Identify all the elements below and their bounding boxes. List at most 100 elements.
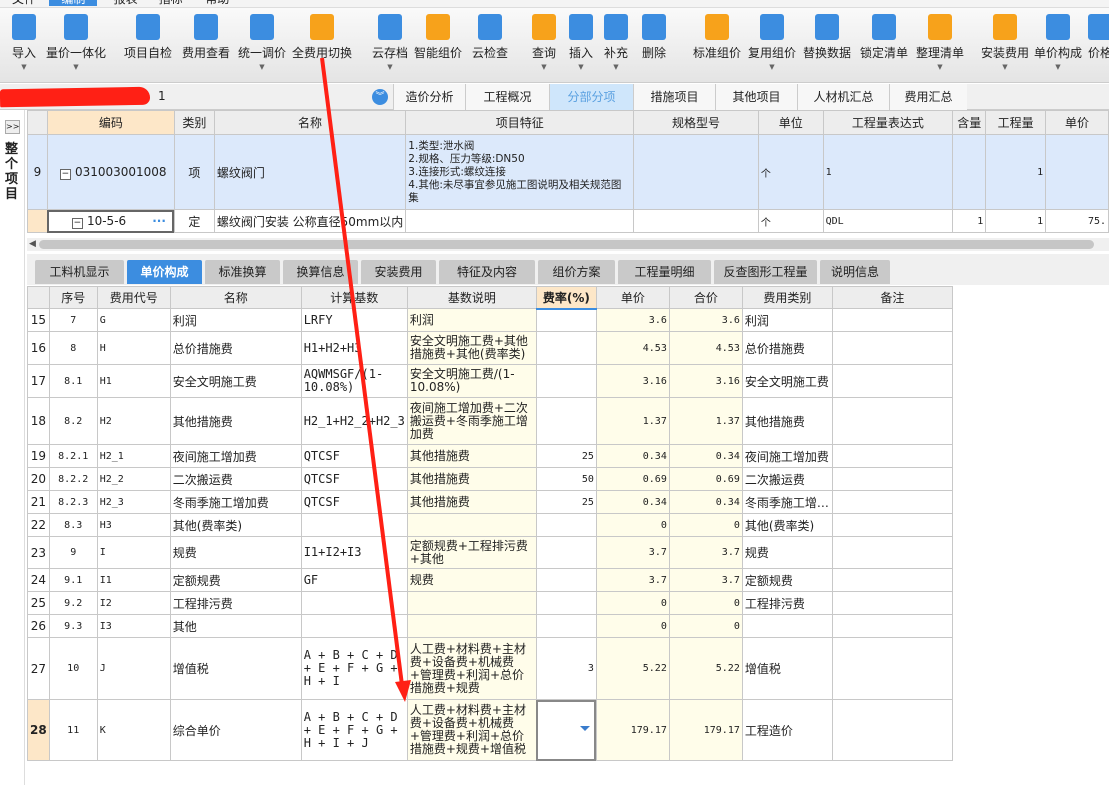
- fee-category-cell[interactable]: 工程排污费: [741, 591, 833, 615]
- fee-code-cell[interactable]: H2_1: [96, 444, 171, 468]
- calc-base-cell[interactable]: [300, 513, 408, 537]
- remark-cell[interactable]: [831, 308, 953, 332]
- seq-cell[interactable]: 9.1: [48, 568, 98, 592]
- fee-category-cell[interactable]: 利润: [741, 308, 833, 332]
- detail-tab-7[interactable]: 工程量明细: [618, 260, 711, 284]
- main-tab-4[interactable]: 其他项目: [715, 84, 797, 110]
- row-number-cell[interactable]: 15: [27, 308, 50, 332]
- remark-cell[interactable]: [831, 513, 953, 537]
- total-price-cell[interactable]: 3.16: [668, 364, 743, 398]
- expr-cell[interactable]: 1: [822, 134, 954, 210]
- base-description-cell[interactable]: 其他措施费: [406, 490, 537, 514]
- column-header[interactable]: 工程量表达式: [822, 110, 954, 135]
- fee-code-cell[interactable]: I3: [96, 614, 171, 638]
- unit-price-cell[interactable]: 1.37: [595, 397, 670, 445]
- total-price-cell[interactable]: 0: [668, 513, 743, 537]
- detail-tab-0[interactable]: 工料机显示: [35, 260, 124, 284]
- column-header[interactable]: 类别: [173, 110, 215, 135]
- column-header[interactable]: 规格型号: [633, 110, 759, 135]
- expand-chevron-icon[interactable]: ︾: [372, 89, 388, 105]
- fee-code-cell[interactable]: I: [96, 536, 171, 569]
- name-cell[interactable]: 冬雨季施工增加费: [169, 490, 302, 514]
- row-number-cell[interactable]: 27: [27, 637, 50, 700]
- seq-cell[interactable]: 8.2.3: [48, 490, 98, 514]
- menu-1[interactable]: 编制: [49, 0, 98, 6]
- seq-cell[interactable]: 8.1: [48, 364, 98, 398]
- calc-base-cell[interactable]: QTCSF: [300, 467, 408, 491]
- fee-code-cell[interactable]: H2_3: [96, 490, 171, 514]
- name-cell[interactable]: 二次搬运费: [169, 467, 302, 491]
- column-header[interactable]: [27, 286, 50, 309]
- detail-tab-8[interactable]: 反查图形工程量: [714, 260, 817, 284]
- features-cell[interactable]: [405, 209, 635, 233]
- remark-cell[interactable]: [831, 490, 953, 514]
- no-cell[interactable]: 9: [27, 134, 48, 210]
- name-cell[interactable]: 其他措施费: [169, 397, 302, 445]
- name-cell[interactable]: 利润: [169, 308, 302, 332]
- fee-code-cell[interactable]: I1: [96, 568, 171, 592]
- name-cell[interactable]: 夜间施工增加费: [169, 444, 302, 468]
- table-row[interactable]: 9−031003001008 项螺纹阀门 1.类型:泄水阀 2.规格、压力等级:DN5…: [27, 134, 1109, 210]
- detail-tab-2[interactable]: 标准换算: [205, 260, 280, 284]
- total-price-cell[interactable]: 179.17: [668, 699, 743, 761]
- fee-category-cell[interactable]: 其他措施费: [741, 397, 833, 445]
- row-number-cell[interactable]: 17: [27, 364, 50, 398]
- row-number-cell[interactable]: 23: [27, 536, 50, 569]
- unit-price-cell[interactable]: 4.53: [595, 331, 670, 365]
- more-options-icon[interactable]: ···: [152, 214, 166, 228]
- total-price-cell[interactable]: 4.53: [668, 331, 743, 365]
- table-row[interactable]: 26 9.3 I3 其他 0 0: [27, 614, 953, 638]
- table-row[interactable]: 28 11 K 综合单价 A + B + C + D + E + F + G + H +…: [27, 699, 953, 761]
- calc-base-cell[interactable]: QTCSF: [300, 444, 408, 468]
- main-tab-2[interactable]: 分部分项: [549, 84, 633, 110]
- main-tab-0[interactable]: 造价分析: [393, 84, 465, 110]
- toolbar-button-20[interactable]: 价格: [1068, 14, 1109, 71]
- row-number-cell[interactable]: 20: [27, 467, 50, 491]
- fee-code-cell[interactable]: G: [96, 308, 171, 332]
- calc-base-cell[interactable]: A + B + C + D + E + F + G + H + I: [300, 637, 408, 700]
- whole-project-label[interactable]: 整个项目: [5, 142, 19, 202]
- base-description-cell[interactable]: [406, 591, 537, 615]
- table-row[interactable]: 27 10 J 增值税 A + B + C + D + E + F + G + H + …: [27, 637, 953, 700]
- fee-category-cell[interactable]: 工程造价: [741, 699, 833, 761]
- type-cell[interactable]: 定: [173, 209, 215, 233]
- fee-category-cell[interactable]: 增值税: [741, 637, 833, 700]
- unit-price-cell[interactable]: 0.34: [595, 490, 670, 514]
- total-price-cell[interactable]: 0.34: [668, 444, 743, 468]
- calc-base-cell[interactable]: QTCSF: [300, 490, 408, 514]
- content-cell[interactable]: 1: [952, 209, 987, 233]
- menu-4[interactable]: 帮助: [193, 0, 241, 6]
- calc-base-cell[interactable]: H2_1+H2_2+H2_3: [300, 397, 408, 445]
- seq-cell[interactable]: 8.2.2: [48, 467, 98, 491]
- base-description-cell[interactable]: 人工费+材料费+主材费+设备费+机械费+管理费+利润+总价措施费+规费+增值税: [406, 699, 537, 761]
- table-row[interactable]: 18 8.2 H2 其他措施费 H2_1+H2_2+H2_3 夜间施工增加费+二次搬运费+…: [27, 397, 953, 445]
- unit-price-cell[interactable]: 0.69: [595, 467, 670, 491]
- code-cell[interactable]: −031003001008: [46, 134, 175, 210]
- fee-category-cell[interactable]: [741, 614, 833, 638]
- toolbar-button-17[interactable]: 整理清单 ▼: [908, 14, 972, 71]
- table-row[interactable]: 17 8.1 H1 安全文明施工费 AQWMSGF/(1-10.08%) 安全文明施工费/…: [27, 364, 953, 398]
- toolbar-button-15[interactable]: 替换数据: [795, 14, 859, 71]
- column-header[interactable]: 含量: [952, 110, 987, 135]
- rate-cell[interactable]: [535, 397, 597, 445]
- expand-pane-button[interactable]: >>: [5, 120, 20, 134]
- column-header[interactable]: [27, 110, 48, 135]
- total-price-cell[interactable]: 0: [668, 614, 743, 638]
- total-price-cell[interactable]: 5.22: [668, 637, 743, 700]
- row-number-cell[interactable]: 25: [27, 591, 50, 615]
- seq-cell[interactable]: 8.2.1: [48, 444, 98, 468]
- rate-cell[interactable]: [535, 536, 597, 569]
- detail-tab-3[interactable]: 换算信息: [283, 260, 358, 284]
- base-description-cell[interactable]: 利润: [406, 308, 537, 332]
- rate-cell[interactable]: [535, 591, 597, 615]
- column-header[interactable]: 序号: [48, 286, 98, 309]
- column-header[interactable]: 项目特征: [405, 110, 635, 135]
- rate-cell[interactable]: 3: [535, 637, 597, 700]
- main-tab-5[interactable]: 人材机汇总: [797, 84, 889, 110]
- name-cell[interactable]: 增值税: [169, 637, 302, 700]
- calc-base-cell[interactable]: LRFY: [300, 308, 408, 332]
- row-number-cell[interactable]: 19: [27, 444, 50, 468]
- fee-code-cell[interactable]: K: [96, 699, 171, 761]
- rate-cell[interactable]: [535, 699, 597, 761]
- spec-cell[interactable]: [633, 209, 759, 233]
